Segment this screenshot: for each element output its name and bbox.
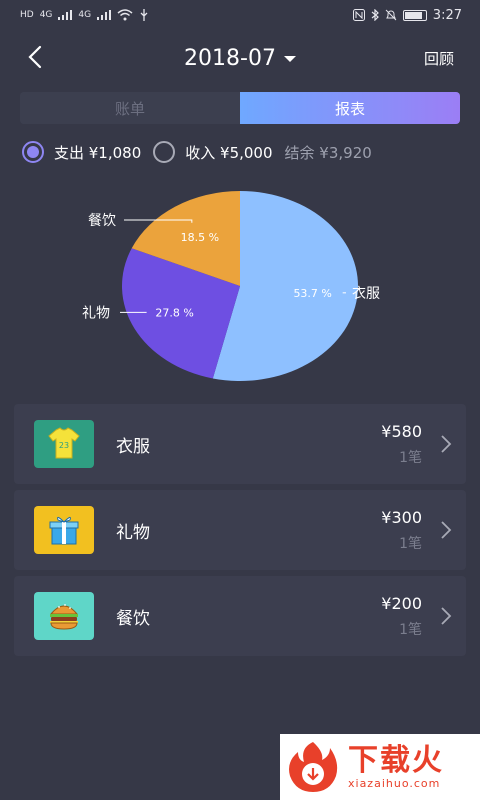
chevron-right-icon xyxy=(441,607,452,625)
battery-fill xyxy=(404,11,422,19)
item-amount: ¥200 xyxy=(381,593,422,613)
flame-logo-icon xyxy=(289,742,338,792)
review-button[interactable]: 回顾 xyxy=(424,48,454,69)
item-amount: ¥300 xyxy=(381,507,422,527)
balance-label: 结余 ¥3,920 xyxy=(284,143,372,162)
watermark-text: 下载火 xiazaihuo.com xyxy=(348,744,444,790)
item-amount: ¥580 xyxy=(381,421,422,441)
income-label: 收入 ¥5,000 xyxy=(185,143,273,162)
list-item-gift[interactable]: 礼物 ¥300 1笔 xyxy=(14,490,466,570)
radio-dot xyxy=(27,146,39,158)
shirt-icon: 23 xyxy=(34,420,94,468)
list-item-dining[interactable]: 餐饮 ¥200 1笔 xyxy=(14,576,466,656)
slice-category-label: 衣服 xyxy=(352,286,380,302)
list-item-clothes[interactable]: 23 衣服 ¥580 1笔 xyxy=(14,404,466,484)
bluetooth-icon xyxy=(371,9,379,21)
filter-row: 支出 ¥1,080 收入 ¥5,000 结余 ¥3,920 xyxy=(22,138,372,166)
item-amounts: ¥580 1笔 xyxy=(381,422,422,467)
slice-percent-label: 27.8 % xyxy=(155,306,193,319)
item-count: 1笔 xyxy=(399,535,422,552)
status-time: 3:27 xyxy=(432,7,462,23)
chevron-right-icon xyxy=(441,521,452,539)
expense-label: 支出 ¥1,080 xyxy=(54,143,142,162)
pie-chart-svg: 53.7 % 衣服 27.8 % 礼物 18.5 % 餐饮 xyxy=(82,191,380,381)
signal-4g-icon: 4G xyxy=(39,9,53,20)
nfc-icon xyxy=(352,9,365,21)
back-button[interactable] xyxy=(20,42,50,72)
month-selector[interactable]: 2018-07 xyxy=(184,46,296,71)
item-count: 1笔 xyxy=(399,449,422,466)
signal-4g-icon: 4G xyxy=(78,9,92,20)
item-name: 礼物 xyxy=(116,522,150,543)
slice-percent-label: 53.7 % xyxy=(293,287,331,300)
expense-radio[interactable] xyxy=(22,141,44,163)
watermark-text-en: xiazaihuo.com xyxy=(348,777,441,790)
watermark: 下载火 xiazaihuo.com xyxy=(280,734,480,800)
pie-chart: 53.7 % 衣服 27.8 % 礼物 18.5 % 餐饮 xyxy=(0,176,480,396)
gift-icon xyxy=(34,506,94,554)
status-bar: HD 4G 4G 3:27 xyxy=(0,0,480,30)
tab-bills[interactable]: 账单 xyxy=(20,92,240,124)
caret-down-icon xyxy=(283,56,296,62)
burger-icon xyxy=(34,592,94,640)
signal-bars-icon xyxy=(97,10,112,20)
svg-text:23: 23 xyxy=(59,441,69,450)
item-amounts: ¥200 1笔 xyxy=(381,594,422,639)
slice-category-label: 礼物 xyxy=(82,305,110,321)
item-amounts: ¥300 1笔 xyxy=(381,508,422,553)
chevron-right-icon xyxy=(441,435,452,453)
slice-percent-label: 18.5 % xyxy=(181,231,219,244)
category-list: 23 衣服 ¥580 1笔 礼物 ¥300 1笔 餐饮 ¥200 1笔 xyxy=(14,404,466,662)
status-left: HD 4G 4G xyxy=(20,9,149,21)
slice-category-label: 餐饮 xyxy=(88,213,116,229)
nav-bar: 2018-07 回顾 xyxy=(0,34,480,82)
chevron-left-icon xyxy=(28,45,42,69)
status-right: 3:27 xyxy=(352,7,462,23)
expense-filter[interactable]: 支出 ¥1,080 xyxy=(22,141,141,163)
wifi-icon xyxy=(117,9,133,21)
tab-report[interactable]: 报表 xyxy=(240,92,460,124)
page-title: 2018-07 xyxy=(184,45,276,71)
watermark-text-cn: 下载火 xyxy=(348,743,444,778)
item-count: 1笔 xyxy=(399,621,422,638)
tab-switcher: 账单 报表 xyxy=(20,92,460,124)
usb-icon xyxy=(140,9,148,21)
income-radio[interactable] xyxy=(153,141,176,163)
item-name: 餐饮 xyxy=(116,608,150,629)
item-name: 衣服 xyxy=(116,436,150,457)
signal-bars-icon xyxy=(58,10,73,20)
mute-icon xyxy=(385,9,397,21)
income-filter[interactable]: 收入 ¥5,000 xyxy=(153,141,273,163)
hd-icon: HD xyxy=(20,9,34,20)
battery-icon xyxy=(402,9,427,21)
